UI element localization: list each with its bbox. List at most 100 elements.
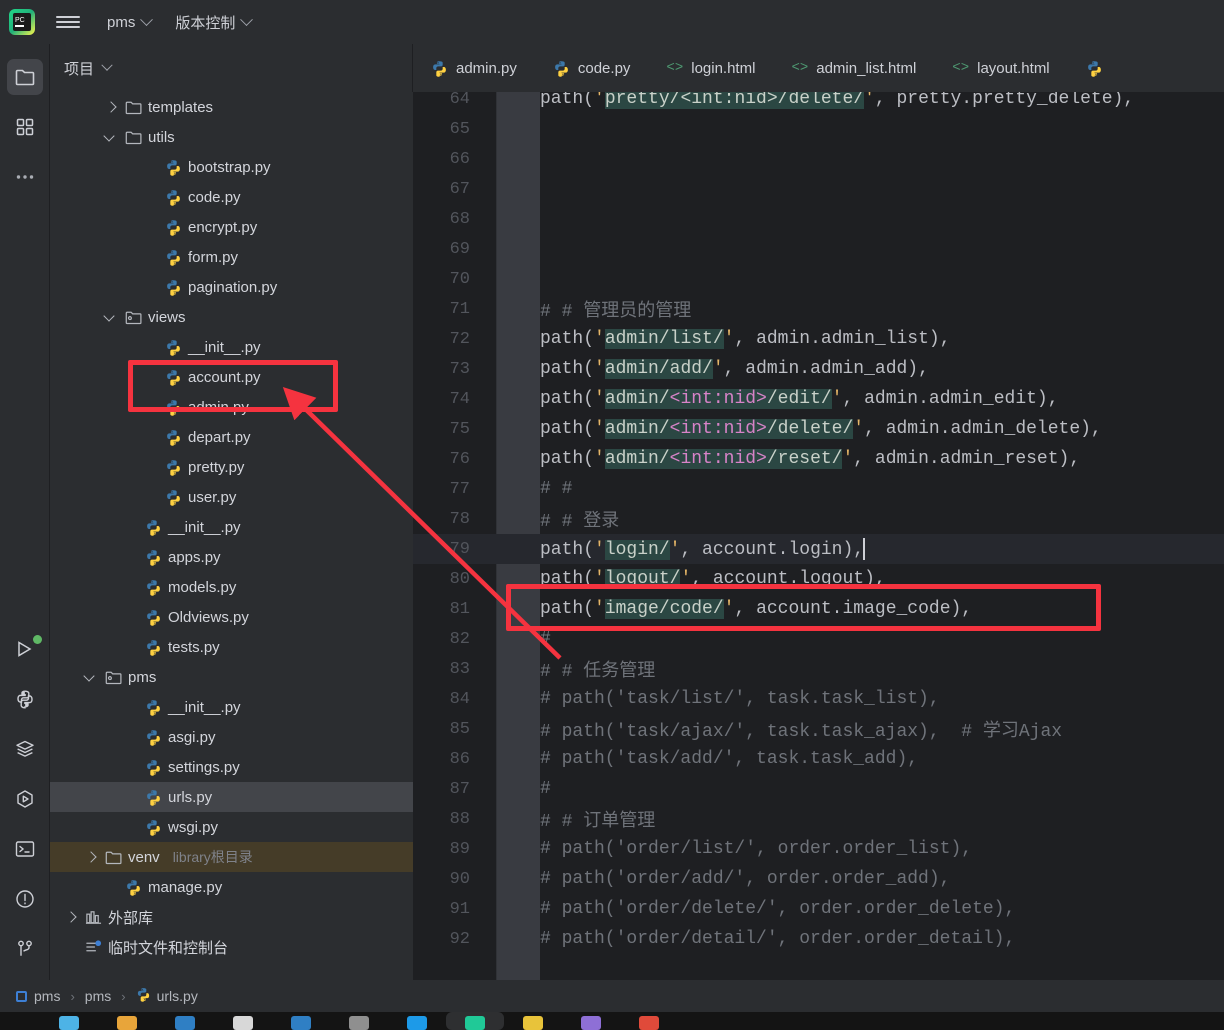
code-line-81[interactable]: 81 path('image/code/', account.image_code… <box>413 594 1224 624</box>
editor-tab-admin-py[interactable]: admin.py <box>413 44 535 92</box>
tree-row-templates-0[interactable]: templates <box>50 92 413 122</box>
taskbar-item-4[interactable] <box>272 1012 330 1030</box>
chevron-open-icon[interactable] <box>104 310 118 324</box>
hamburger-menu-icon[interactable] <box>44 0 92 44</box>
tree-row-models.py-16[interactable]: models.py <box>50 572 413 602</box>
tree-row-admin.py-10[interactable]: admin.py <box>50 392 413 422</box>
code-line-89[interactable]: 89 # path('order/list/', order.order_list… <box>413 834 1224 864</box>
breadcrumb-item-0[interactable]: pms <box>34 988 60 1004</box>
editor-code-area[interactable]: 64 path('pretty/<int:nid>/delete/', prett… <box>413 92 1224 980</box>
tree-row-Oldviews.py-17[interactable]: Oldviews.py <box>50 602 413 632</box>
git-branch-icon[interactable] <box>0 924 50 974</box>
taskbar-item-9[interactable] <box>562 1012 620 1030</box>
chevron-closed-icon[interactable] <box>84 850 98 864</box>
more-tools-icon[interactable] <box>0 152 50 202</box>
code-line-77[interactable]: 77 # # <box>413 474 1224 504</box>
terminal-icon[interactable] <box>0 824 50 874</box>
tree-row-临时文件和控制台-28[interactable]: 临时文件和控制台 <box>50 932 413 962</box>
tree-row-manage.py-26[interactable]: manage.py <box>50 872 413 902</box>
tree-row-bootstrap.py-2[interactable]: bootstrap.py <box>50 152 413 182</box>
os-taskbar[interactable] <box>0 1012 1224 1030</box>
tree-row-asgi.py-21[interactable]: asgi.py <box>50 722 413 752</box>
tree-row-venv-25[interactable]: venv library根目录 <box>50 842 413 872</box>
tree-row-settings.py-22[interactable]: settings.py <box>50 752 413 782</box>
tree-row-account.py-9[interactable]: account.py <box>50 362 413 392</box>
code-line-66[interactable]: 66 <box>413 144 1224 174</box>
taskbar-item-7[interactable] <box>446 1012 504 1030</box>
taskbar-item-1[interactable] <box>98 1012 156 1030</box>
chevron-open-icon[interactable] <box>84 670 98 684</box>
code-line-79[interactable]: 79 path('login/', account.login), <box>413 534 1224 564</box>
code-editor[interactable]: 64 path('pretty/<int:nid>/delete/', prett… <box>413 92 1224 980</box>
code-line-76[interactable]: 76 path('admin/<int:nid>/reset/', admin.a… <box>413 444 1224 474</box>
code-line-69[interactable]: 69 <box>413 234 1224 264</box>
tree-row-urls.py-23[interactable]: urls.py <box>50 782 413 812</box>
taskbar-item-10[interactable] <box>620 1012 678 1030</box>
chevron-closed-icon[interactable] <box>104 100 118 114</box>
project-panel-header[interactable]: 项目 <box>50 44 412 92</box>
tree-row-外部库-27[interactable]: 外部库 <box>50 902 413 932</box>
tree-row-utils-1[interactable]: utils <box>50 122 413 152</box>
taskbar-item-0[interactable] <box>40 1012 98 1030</box>
code-line-64[interactable]: 64 path('pretty/<int:nid>/delete/', prett… <box>413 92 1224 114</box>
editor-tab-overflow[interactable] <box>1068 44 1121 92</box>
code-line-78[interactable]: 78 # # 登录 <box>413 504 1224 534</box>
code-line-70[interactable]: 70 <box>413 264 1224 294</box>
code-line-74[interactable]: 74 path('admin/<int:nid>/edit/', admin.ad… <box>413 384 1224 414</box>
code-line-73[interactable]: 73 path('admin/add/', admin.admin_add), <box>413 354 1224 384</box>
code-line-85[interactable]: 85 # path('task/ajax/', task.task_ajax), … <box>413 714 1224 744</box>
code-line-83[interactable]: 83 # # 任务管理 <box>413 654 1224 684</box>
editor-tab-admin_list-html[interactable]: <> admin_list.html <box>773 44 934 92</box>
tree-row-tests.py-18[interactable]: tests.py <box>50 632 413 662</box>
project-file-tree[interactable]: templates utils bootstrap.py code.py enc… <box>50 92 413 980</box>
breadcrumb-item-2-wrap[interactable]: urls.py <box>136 987 198 1005</box>
project-tool-icon[interactable] <box>0 52 50 102</box>
vcs-widget[interactable]: 版本控制 <box>166 8 260 36</box>
code-line-92[interactable]: 92 # path('order/detail/', order.order_de… <box>413 924 1224 954</box>
code-line-75[interactable]: 75 path('admin/<int:nid>/delete/', admin.… <box>413 414 1224 444</box>
run-tool-icon[interactable] <box>0 624 50 674</box>
code-line-80[interactable]: 80 path('logout/', account.logout), <box>413 564 1224 594</box>
tree-row-encrypt.py-4[interactable]: encrypt.py <box>50 212 413 242</box>
project-selector[interactable]: pms <box>98 8 160 36</box>
taskbar-item-8[interactable] <box>504 1012 562 1030</box>
code-line-86[interactable]: 86 # path('task/add/', task.task_add), <box>413 744 1224 774</box>
python-packages-icon[interactable] <box>0 674 50 724</box>
code-line-87[interactable]: 87 # <box>413 774 1224 804</box>
code-line-67[interactable]: 67 <box>413 174 1224 204</box>
code-line-72[interactable]: 72 path('admin/list/', admin.admin_list), <box>413 324 1224 354</box>
taskbar-item-2[interactable] <box>156 1012 214 1030</box>
code-line-68[interactable]: 68 <box>413 204 1224 234</box>
taskbar-item-3[interactable] <box>214 1012 272 1030</box>
tree-row-pms-19[interactable]: pms <box>50 662 413 692</box>
problems-icon[interactable] <box>0 874 50 924</box>
tree-row-depart.py-11[interactable]: depart.py <box>50 422 413 452</box>
breadcrumb-item-1[interactable]: pms <box>85 988 111 1004</box>
editor-tab-bar[interactable]: admin.py code.py <> login.html <> admin_list… <box>413 44 1224 92</box>
code-line-65[interactable]: 65 <box>413 114 1224 144</box>
code-line-88[interactable]: 88 # # 订单管理 <box>413 804 1224 834</box>
code-line-90[interactable]: 90 # path('order/add/', order.order_add), <box>413 864 1224 894</box>
code-line-82[interactable]: 82 # <box>413 624 1224 654</box>
tree-row-pagination.py-6[interactable]: pagination.py <box>50 272 413 302</box>
tree-row-code.py-3[interactable]: code.py <box>50 182 413 212</box>
code-line-84[interactable]: 84 # path('task/list/', task.task_list), <box>413 684 1224 714</box>
tree-row-user.py-13[interactable]: user.py <box>50 482 413 512</box>
taskbar-item-5[interactable] <box>330 1012 388 1030</box>
tree-row-__init__.py-14[interactable]: __init__.py <box>50 512 413 542</box>
tree-row-form.py-5[interactable]: form.py <box>50 242 413 272</box>
breadcrumb-item-2[interactable]: urls.py <box>157 988 198 1004</box>
structure-tool-icon[interactable] <box>0 102 50 152</box>
chevron-open-icon[interactable] <box>104 130 118 144</box>
services-icon[interactable] <box>0 774 50 824</box>
editor-tab-login-html[interactable]: <> login.html <box>648 44 773 92</box>
tree-row-wsgi.py-24[interactable]: wsgi.py <box>50 812 413 842</box>
taskbar-item-6[interactable] <box>388 1012 446 1030</box>
code-line-71[interactable]: 71 # # 管理员的管理 <box>413 294 1224 324</box>
database-icon[interactable] <box>0 724 50 774</box>
tree-row-views-7[interactable]: views <box>50 302 413 332</box>
code-line-91[interactable]: 91 # path('order/delete/', order.order_de… <box>413 894 1224 924</box>
chevron-closed-icon[interactable] <box>64 910 78 924</box>
editor-tab-code-py[interactable]: code.py <box>535 44 649 92</box>
tree-row-__init__.py-8[interactable]: __init__.py <box>50 332 413 362</box>
